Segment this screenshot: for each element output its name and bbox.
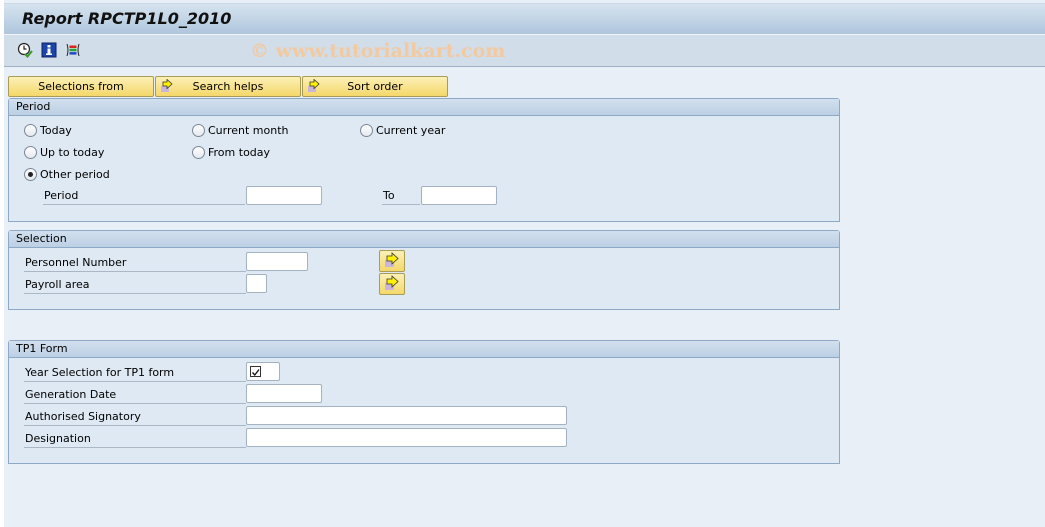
tp1-form-group: TP1 Form Year Selection for TP1 form Gen… (8, 340, 840, 464)
selection-group-title: Selection (9, 231, 839, 248)
personnel-number-multiple-selection-button[interactable] (379, 250, 405, 272)
sort-order-button[interactable]: Sort order (302, 76, 448, 97)
period-to-input[interactable] (421, 186, 497, 205)
radio-today[interactable] (24, 124, 37, 137)
multiple-selection-icon (385, 252, 399, 267)
authorised-signatory-label: Authorised Signatory (24, 408, 246, 426)
period-from-input[interactable] (246, 186, 322, 205)
radio-other-period[interactable] (24, 168, 37, 181)
period-group-title: Period (9, 99, 839, 116)
radio-other-period-label: Other period (40, 168, 110, 181)
radio-from-today[interactable] (192, 146, 205, 159)
arrow-right-icon (160, 78, 174, 99)
designation-input[interactable] (246, 428, 567, 447)
program-documentation-icon[interactable] (41, 42, 57, 58)
personnel-number-label: Personnel Number (24, 254, 246, 272)
window-title: Report RPCTP1L0_2010 (22, 9, 232, 28)
radio-current-month[interactable] (192, 124, 205, 137)
search-helps-label: Search helps (192, 80, 264, 93)
search-helps-button[interactable]: Search helps (155, 76, 301, 97)
selections-from-label: Selections from (38, 80, 124, 93)
selections-from-button[interactable]: Selections from (8, 76, 154, 97)
personnel-number-input[interactable] (246, 252, 308, 271)
radio-today-label: Today (40, 124, 72, 137)
watermark: © www.tutorialkart.com (250, 40, 506, 62)
radio-current-year-label: Current year (376, 124, 446, 137)
arrow-right-icon (307, 78, 321, 99)
period-label: Period (43, 187, 245, 205)
year-selection-checkbox[interactable] (250, 366, 261, 377)
radio-up-to-today-label: Up to today (40, 146, 105, 159)
designation-label: Designation (24, 430, 246, 448)
payroll-area-input[interactable] (246, 274, 267, 293)
radio-current-year[interactable] (360, 124, 373, 137)
period-to-label: To (382, 187, 420, 205)
window-frame (0, 0, 4, 527)
radio-current-month-label: Current month (208, 124, 289, 137)
dynamic-selections-icon[interactable] (65, 42, 81, 58)
application-toolbar: © www.tutorialkart.com (4, 34, 1045, 67)
generation-date-label: Generation Date (24, 386, 246, 404)
period-group: Period Today Current month Current year … (8, 98, 840, 222)
generation-date-input[interactable] (246, 384, 322, 403)
authorised-signatory-input[interactable] (246, 406, 567, 425)
year-selection-label: Year Selection for TP1 form (24, 364, 246, 382)
year-selection-checkbox-field (246, 362, 280, 381)
tp1-form-group-title: TP1 Form (9, 341, 839, 358)
execute-in-background-icon[interactable] (17, 42, 33, 58)
multiple-selection-icon (385, 275, 399, 290)
checkmark-icon (252, 369, 260, 377)
selection-group: Selection Personnel Number Payroll area (8, 230, 840, 310)
sort-order-label: Sort order (347, 80, 403, 93)
title-bar: Report RPCTP1L0_2010 (4, 3, 1045, 34)
payroll-area-multiple-selection-button[interactable] (379, 273, 405, 295)
radio-up-to-today[interactable] (24, 146, 37, 159)
radio-from-today-label: From today (208, 146, 271, 159)
payroll-area-label: Payroll area (24, 276, 246, 294)
